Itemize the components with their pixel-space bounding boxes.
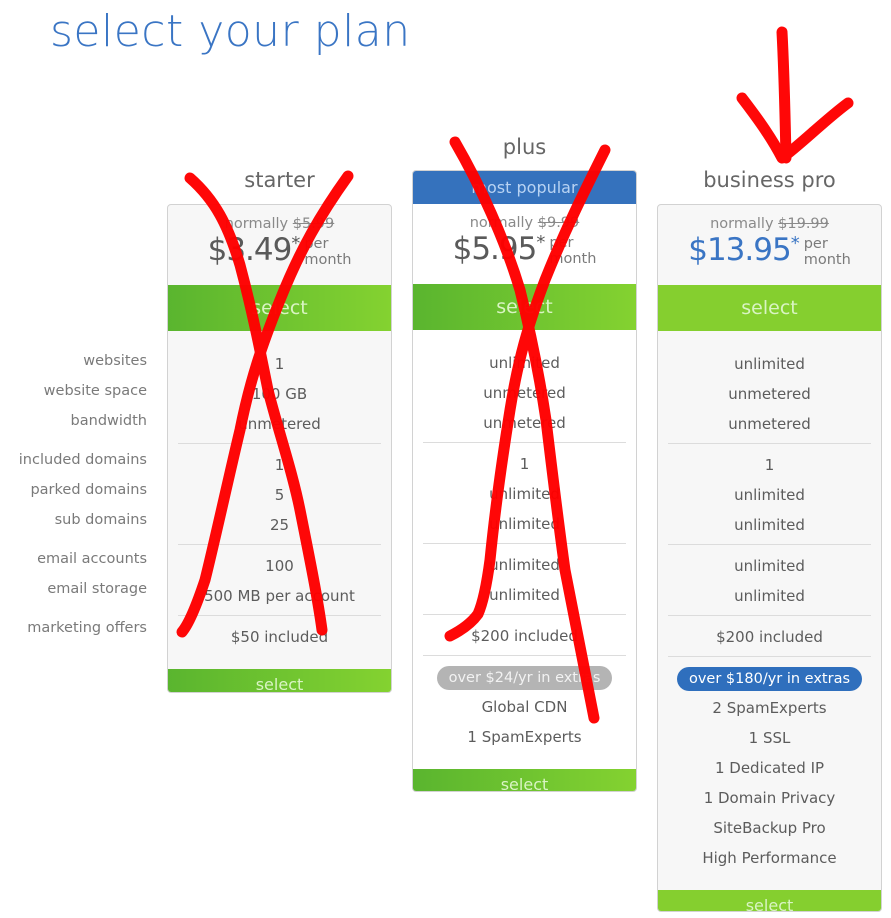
price: $3.49 (207, 232, 293, 268)
feature-sub-domains: unlimited (734, 516, 805, 534)
per-label: per (803, 236, 828, 252)
price-asterisk: * (790, 233, 800, 254)
feature-included-domains: 1 (519, 455, 530, 473)
feature-included-domains: 1 (274, 456, 285, 474)
extra-feature: 1 SSL (748, 729, 791, 747)
extra-feature: High Performance (702, 849, 837, 867)
normally-label: normally (469, 215, 534, 231)
original-price: $19.99 (778, 216, 829, 232)
extra-feature: 2 SpamExperts (712, 699, 827, 717)
feature-website-space: 100 GB (251, 385, 308, 403)
original-price: $9.99 (537, 215, 580, 231)
arrow-head-stroke (736, 92, 854, 164)
feature-email-storage: unlimited (734, 587, 805, 605)
normally-label: normally (224, 216, 289, 232)
per-label: per (304, 236, 329, 252)
normally-label: normally (710, 216, 774, 232)
plan-card-business-pro: normally $19.99 $13.95 * per month selec… (657, 204, 882, 912)
feature-list: unlimited unmetered unmetered 1 unlimite… (413, 330, 636, 769)
label-email-storage: email storage (47, 581, 147, 597)
plan-name-starter: starter (244, 168, 315, 192)
extras-badge: over $24/yr in extras (436, 666, 613, 690)
feature-email-storage: unlimited (489, 586, 560, 604)
per-month: per month (304, 236, 351, 268)
plan-card-starter: normally $5.99 $3.49 * per month select … (167, 204, 392, 693)
normally-price: normally $5.99 (168, 205, 391, 232)
feature-email-accounts: 100 (265, 557, 294, 575)
normally-price: normally $19.99 (658, 205, 881, 232)
select-button-starter-bottom[interactable]: select (168, 669, 391, 692)
per-month: per month (804, 236, 851, 268)
label-parked-domains: parked domains (30, 482, 147, 498)
feature-bandwidth: unmetered (483, 414, 566, 432)
feature-marketing-offers: $200 included (471, 627, 578, 645)
feature-parked-domains: unlimited (734, 486, 805, 504)
month-label: month (803, 252, 851, 268)
feature-email-accounts: unlimited (734, 557, 805, 575)
feature-marketing-offers: $50 included (230, 628, 329, 646)
plan-card-plus: most popular normally $9.99 $5.95 * per … (412, 170, 637, 792)
extra-feature: 1 SpamExperts (467, 728, 582, 746)
original-price: $5.99 (292, 216, 335, 232)
feature-marketing-offers: $200 included (716, 628, 823, 646)
feature-websites: 1 (274, 355, 285, 373)
normally-price: normally $9.99 (413, 204, 636, 231)
feature-website-space: unmetered (728, 385, 811, 403)
feature-list: unlimited unmetered unmetered 1 unlimite… (658, 331, 881, 890)
month-label: month (304, 252, 352, 268)
feature-sub-domains: unlimited (489, 515, 560, 533)
feature-email-accounts: unlimited (489, 556, 560, 574)
feature-websites: unlimited (489, 354, 560, 372)
price-area: normally $9.99 $5.95 * per month (413, 204, 636, 284)
plan-name-business-pro: business pro (703, 168, 836, 192)
price: $13.95 (688, 232, 791, 268)
select-button-business-pro-top[interactable]: select (658, 285, 881, 331)
price-asterisk: * (536, 232, 546, 253)
feature-list: 1 100 GB unmetered 1 5 25 100 500 MB per… (168, 331, 391, 669)
feature-bandwidth: unmetered (728, 415, 811, 433)
select-button-plus-top[interactable]: select (413, 284, 636, 330)
price-asterisk: * (291, 233, 301, 254)
feature-email-storage: 500 MB per account (204, 587, 355, 605)
feature-sub-domains: 25 (269, 516, 290, 534)
select-button-plus-bottom[interactable]: select (413, 769, 636, 791)
label-website-space: website space (43, 383, 147, 399)
feature-parked-domains: 5 (274, 486, 285, 504)
per-label: per (549, 235, 574, 251)
select-button-starter-top[interactable]: select (168, 285, 391, 331)
extras-badge-row: over $180/yr in extras (668, 663, 871, 693)
label-sub-domains: sub domains (54, 512, 147, 528)
per-month: per month (549, 235, 596, 267)
arrow-down-stroke (776, 26, 792, 164)
label-included-domains: included domains (18, 452, 147, 468)
label-email-accounts: email accounts (37, 551, 147, 567)
extras-badge: over $180/yr in extras (676, 667, 863, 691)
plan-name-plus: plus (502, 135, 547, 159)
label-websites: websites (83, 353, 147, 369)
page-title: select your plan (50, 6, 411, 57)
price-area: normally $5.99 $3.49 * per month (168, 205, 391, 285)
extra-feature: SiteBackup Pro (713, 819, 826, 837)
feature-included-domains: 1 (764, 456, 775, 474)
label-bandwidth: bandwidth (70, 413, 147, 429)
label-marketing-offers: marketing offers (27, 620, 147, 636)
select-button-business-pro-bottom[interactable]: select (658, 890, 881, 911)
price: $5.95 (452, 231, 538, 267)
feature-website-space: unmetered (483, 384, 566, 402)
price-area: normally $19.99 $13.95 * per month (658, 205, 881, 285)
most-popular-banner: most popular (413, 171, 636, 204)
extra-feature: 1 Dedicated IP (714, 759, 825, 777)
feature-websites: unlimited (734, 355, 805, 373)
extra-feature: Global CDN (481, 698, 568, 716)
feature-parked-domains: unlimited (489, 485, 560, 503)
extras-badge-row: over $24/yr in extras (423, 662, 626, 692)
extra-feature: 1 Domain Privacy (703, 789, 836, 807)
feature-bandwidth: unmetered (238, 415, 321, 433)
month-label: month (549, 251, 597, 267)
